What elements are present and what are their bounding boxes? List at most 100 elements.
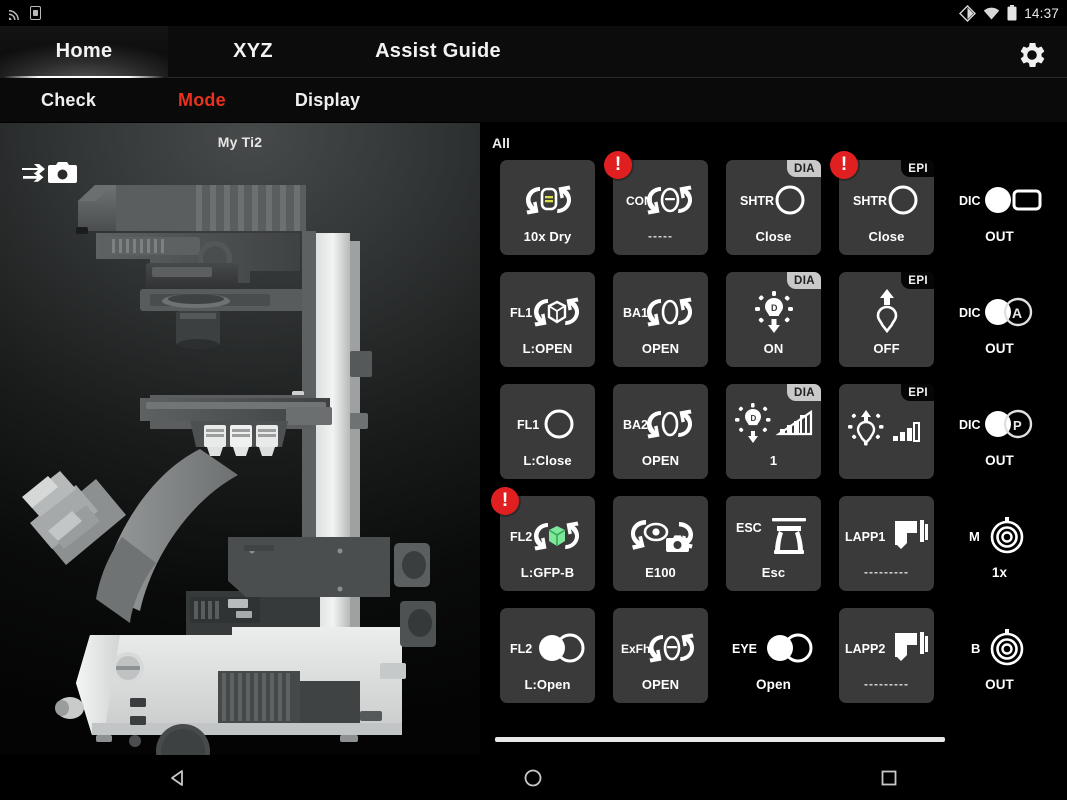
badge-epi: EPI [901,384,934,401]
dia-lamp-icon: D [751,288,797,336]
dnd-icon [959,4,977,22]
settings-button[interactable] [1015,38,1049,72]
circle-icon [525,769,542,786]
svg-text:EYE: EYE [732,642,757,656]
tile-dia-lamp[interactable]: DIA D ON [726,272,821,367]
home-button[interactable] [503,755,563,800]
tile-magnifier[interactable]: M 1x [952,496,1047,591]
svg-text:SHTR: SHTR [740,194,774,208]
tile-label: L:GFP-B [520,564,575,580]
nosepiece-rotate-icon [520,176,576,224]
svg-text:D: D [750,414,756,423]
tile-lapp1[interactable]: LAPP1 --------- [839,496,934,591]
device-tile-grid: 10x Dry ! CON ----- DIA SHTR Close ! EPI… [491,151,1047,703]
tile-label: OPEN [641,676,680,692]
svg-text:DIC: DIC [959,418,981,432]
tab-assist-guide[interactable]: Assist Guide [338,26,538,78]
tile-epi-shutter[interactable]: ! EPI SHTR Close [830,151,934,255]
toggle-pair-icon: EYE [732,624,816,672]
tile-ba2-barrier[interactable]: BA2 OPEN [613,384,708,479]
tile-epi-lamp[interactable]: EPI OFF [839,272,934,367]
tile-dic-prism[interactable]: DIC OUT [952,160,1047,255]
tile-fl2-turret[interactable]: ! FL2 L:GFP-B [491,487,595,591]
tile-label: L:OPEN [522,340,573,356]
tile-dic-polarizer[interactable]: DIC P OUT [952,384,1047,479]
badge-dia: DIA [786,384,821,401]
svg-text:DIC: DIC [959,194,981,208]
tile-exfilter[interactable]: ExFh OPEN [613,608,708,703]
status-bar-clock: 14:37 [1024,5,1059,21]
lapp-icon: LAPP2 [845,624,929,672]
shutter-circle-icon: SHTR [851,176,923,224]
tile-label: OFF [873,340,900,356]
subtab-mode[interactable]: Mode [178,90,226,111]
subtab-check[interactable]: Check [41,90,96,111]
tile-dic-analyzer[interactable]: DIC A OUT [952,272,1047,367]
main-content: My Ti2 All 10x Dry ! CON ----- DIA SHTR … [0,123,1067,755]
svg-text:BA1: BA1 [623,306,648,320]
badge-epi: EPI [901,272,934,289]
tile-label: --------- [864,565,909,579]
gear-icon [1020,42,1045,68]
svg-text:ESC: ESC [736,521,762,535]
status-bar-right-icons: 14:37 [959,4,1059,22]
tile-dia-shutter[interactable]: DIA SHTR Close [726,160,821,255]
sub-tab-bar: Check Mode Display [0,78,1067,123]
svg-text:B: B [971,641,980,656]
tile-bertrand[interactable]: B OUT [952,608,1047,703]
svg-text:SHTR: SHTR [853,194,887,208]
subtab-display[interactable]: Display [295,90,360,111]
dic-slider-icon: DIC [958,176,1042,224]
lens-ring-icon: M [969,512,1031,560]
recents-button[interactable] [859,755,919,800]
filter-cube-rotate-icon: FL1 [510,288,586,336]
tab-home[interactable]: Home [0,25,168,78]
sim-card-icon [30,6,41,20]
eye-camera-rotate-icon [624,512,698,560]
tile-lapp2[interactable]: LAPP2 --------- [839,608,934,703]
svg-text:A: A [1012,305,1022,321]
tab-home-label: Home [55,40,113,62]
epi-lamp-icon [867,288,907,336]
tile-condenser[interactable]: ! CON ----- [604,151,708,255]
horizontal-scrollbar[interactable] [495,737,945,742]
svg-text:FL1: FL1 [510,306,532,320]
tile-dia-intensity[interactable]: DIA D 1 [726,384,821,479]
exfilter-rotate-icon: ExFh [621,624,701,672]
tab-xyz[interactable]: XYZ [168,26,338,78]
tile-label: Close [755,228,792,244]
filter-cube-green-icon: FL2 [510,512,586,560]
tile-label: Close [868,228,905,244]
tile-label: OUT [985,676,1014,692]
android-status-bar: 14:37 [0,0,1067,26]
svg-text:FL2: FL2 [510,642,532,656]
tile-epi-intensity[interactable]: EPI [839,384,934,479]
lapp-icon: LAPP1 [845,512,929,560]
condenser-rotate-icon: CON [625,176,697,224]
microscope-viewport[interactable]: My Ti2 [0,123,480,755]
svg-text:FL2: FL2 [510,530,532,544]
svg-text:M: M [969,529,980,544]
tile-fl2-shutter[interactable]: FL2 L:Open [500,608,595,703]
tile-nosepiece[interactable]: 10x Dry [500,160,595,255]
tile-label: Esc [761,564,786,580]
alert-badge: ! [604,151,632,179]
tile-eye-shutter[interactable]: EYE Open [726,608,821,703]
tile-fl1-turret[interactable]: FL1 L:OPEN [500,272,595,367]
dia-intensity-icon: D [733,400,815,448]
dic-polarizer-icon: DIC P [958,400,1042,448]
tile-esc-stage[interactable]: ESC Esc [726,496,821,591]
esc-stage-icon: ESC [736,512,812,560]
wifi-icon [984,7,1000,20]
device-panel: All 10x Dry ! CON ----- DIA SHTR Close !… [480,123,1067,755]
back-button[interactable] [148,755,208,800]
badge-epi: EPI [901,160,934,177]
square-icon [881,770,897,785]
svg-text:DIC: DIC [959,306,981,320]
svg-text:LAPP1: LAPP1 [845,530,885,544]
tile-ba1-barrier[interactable]: BA1 OPEN [613,272,708,367]
tile-fl1-shutter[interactable]: FL1 L:Close [500,384,595,479]
tile-eyepiece-camera-port[interactable]: E100 [613,496,708,591]
battery-icon [1007,5,1017,21]
svg-text:ExFh: ExFh [621,642,650,656]
